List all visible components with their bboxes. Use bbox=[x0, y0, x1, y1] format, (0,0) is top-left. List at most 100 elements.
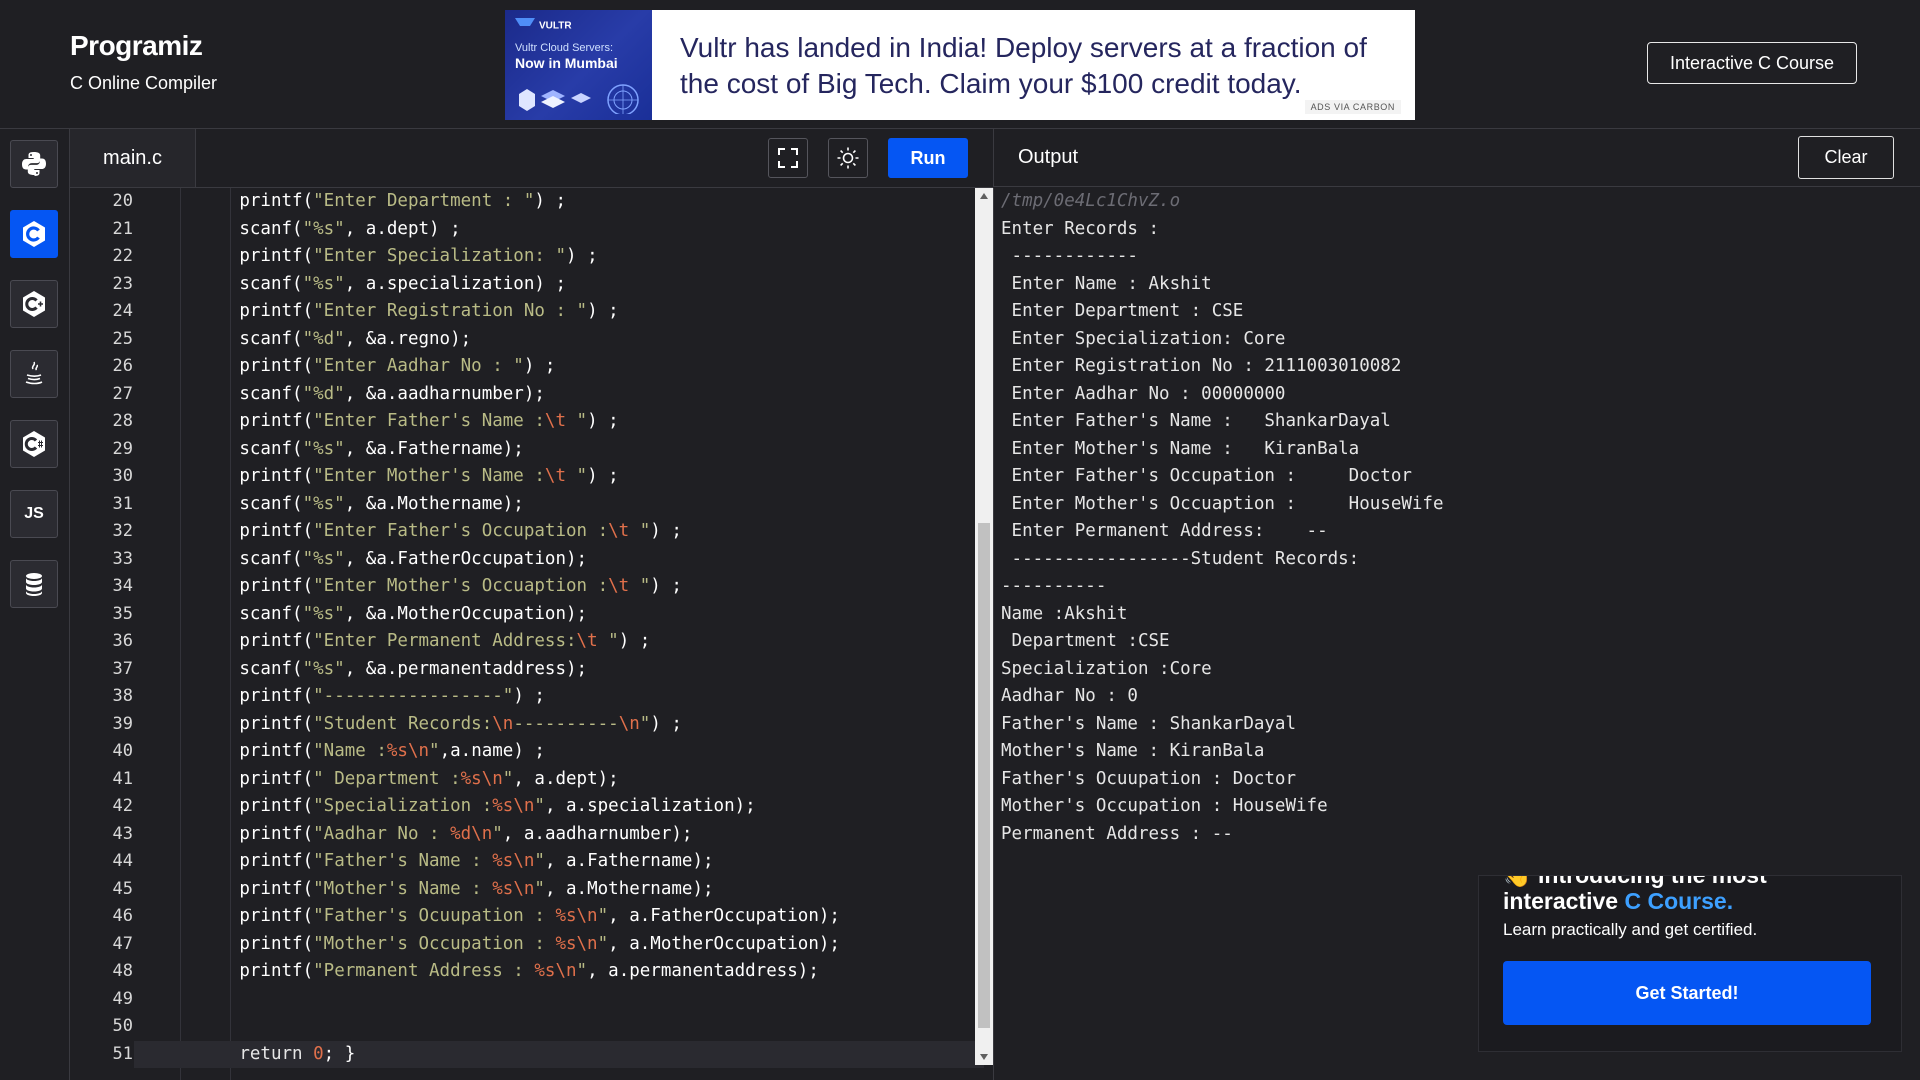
code-line[interactable]: printf("Enter Permanent Address:\t ") ; bbox=[134, 628, 984, 656]
vultr-logo-icon bbox=[515, 18, 535, 34]
code-token: printf( bbox=[239, 411, 314, 431]
code-line[interactable]: printf("Father's Name : %s\n", a.Fathern… bbox=[134, 848, 984, 876]
code-token: printf( bbox=[239, 961, 314, 981]
code-line[interactable]: scanf("%s", &a.Mothername); bbox=[134, 491, 984, 519]
output-line: Father's Ocuupation : Doctor bbox=[1001, 768, 1297, 789]
code-token: "Permanent Address : bbox=[313, 961, 535, 981]
code-line[interactable]: printf("Enter Mother's Occuaption :\t ")… bbox=[134, 573, 984, 601]
code-token: ; } bbox=[323, 1043, 356, 1064]
code-line[interactable]: printf("Enter Department : ") ; bbox=[134, 188, 984, 216]
code-token: "Enter Department : " bbox=[313, 191, 535, 211]
code-token: printf( bbox=[239, 851, 314, 871]
sidebar-item-python[interactable] bbox=[10, 140, 58, 188]
get-started-button[interactable]: Get Started! bbox=[1503, 961, 1871, 1025]
line-number: 23 bbox=[112, 273, 133, 294]
tab-main-c[interactable]: main.c bbox=[70, 129, 196, 187]
code-line[interactable]: printf("Enter Father's Name :\t ") ; bbox=[134, 408, 984, 436]
output-line: Specialization :Core bbox=[1001, 658, 1212, 679]
code-line[interactable]: printf("Enter Mother's Name :\t ") ; bbox=[134, 463, 984, 491]
output-line: ---------- bbox=[1001, 576, 1107, 596]
code-line[interactable]: printf(" Department :%s\n", a.dept); bbox=[134, 766, 984, 794]
code-token: scanf( bbox=[239, 383, 303, 404]
clear-button[interactable]: Clear bbox=[1798, 136, 1894, 179]
scroll-down-arrow-icon[interactable] bbox=[980, 1054, 988, 1060]
code-area[interactable]: printf("Enter Department : ") ; scanf("%… bbox=[134, 188, 984, 1080]
line-number: 40 bbox=[112, 741, 133, 761]
line-number: 35 bbox=[112, 603, 133, 624]
code-line[interactable]: printf("Enter Father's Occupation :\t ")… bbox=[134, 518, 984, 546]
sidebar-item-c[interactable] bbox=[10, 210, 58, 258]
code-line[interactable]: printf("Mother's Occupation : %s\n", a.M… bbox=[134, 931, 984, 959]
programiz-logo[interactable]: Programiz bbox=[70, 30, 203, 62]
line-number: 43 bbox=[112, 823, 133, 844]
code-token: " bbox=[566, 466, 588, 486]
code-token: "Specialization : bbox=[313, 796, 493, 816]
sidebar-item-java[interactable] bbox=[10, 350, 58, 398]
output-header: Output Clear bbox=[993, 129, 1920, 187]
code-token: \t bbox=[576, 631, 598, 651]
output-line: Mother's Occupation : HouseWife bbox=[1001, 796, 1328, 816]
code-token: " bbox=[639, 713, 651, 734]
code-token: printf( bbox=[239, 356, 314, 376]
code-line[interactable]: printf("Name :%s\n",a.name) ; bbox=[134, 738, 984, 766]
sidebar-item-csharp[interactable] bbox=[10, 420, 58, 468]
code-token: printf( bbox=[239, 933, 314, 954]
code-line[interactable]: printf("Father's Ocuupation : %s\n", a.F… bbox=[134, 903, 984, 931]
servers-illustration-icon bbox=[519, 84, 639, 114]
sun-icon bbox=[837, 147, 859, 169]
output-line: Enter Permanent Address: -- bbox=[1001, 521, 1328, 541]
code-token: printf( bbox=[239, 906, 314, 926]
code-line[interactable]: printf("Student Records:\n----------\n")… bbox=[134, 711, 984, 739]
scroll-up-arrow-icon[interactable] bbox=[980, 193, 988, 199]
code-line[interactable]: printf("Specialization :%s\n", a.special… bbox=[134, 793, 984, 821]
editor-scrollbar-thumb[interactable] bbox=[978, 523, 990, 1028]
code-line[interactable]: scanf("%s", &a.MotherOccupation); bbox=[134, 601, 984, 629]
run-button[interactable]: Run bbox=[888, 138, 968, 178]
line-number: 50 bbox=[112, 1016, 133, 1036]
sidebar-item-cpp[interactable] bbox=[10, 280, 58, 328]
editor-scrollbar[interactable] bbox=[975, 188, 993, 1065]
code-line[interactable]: scanf("%s", a.dept) ; bbox=[134, 216, 984, 244]
ad-image[interactable]: VULTR Vultr Cloud Servers: Now in Mumbai bbox=[505, 10, 652, 120]
code-line[interactable]: printf("Permanent Address : %s\n", a.per… bbox=[134, 958, 984, 986]
code-line[interactable]: printf("-----------------") ; bbox=[134, 683, 984, 711]
line-number: 45 bbox=[112, 878, 133, 899]
code-line[interactable]: return 0; } bbox=[134, 1040, 984, 1068]
sidebar-item-javascript[interactable]: JS bbox=[10, 490, 58, 538]
code-line[interactable]: scanf("%s", a.specialization) ; bbox=[134, 271, 984, 299]
code-token: "Father's Name : bbox=[313, 851, 493, 871]
code-line[interactable]: printf("Enter Registration No : ") ; bbox=[134, 298, 984, 326]
sidebar-item-sql[interactable] bbox=[10, 560, 58, 608]
code-token: ) ; bbox=[587, 466, 619, 486]
code-line[interactable]: scanf("%d", &a.aadharnumber); bbox=[134, 381, 984, 409]
code-line[interactable] bbox=[134, 986, 984, 1014]
theme-toggle-button[interactable] bbox=[828, 138, 868, 178]
code-line[interactable] bbox=[134, 1013, 984, 1041]
code-token: " bbox=[566, 411, 588, 431]
line-number: 22 bbox=[112, 246, 133, 266]
code-line[interactable]: printf("Aadhar No : %d\n", a.aadharnumbe… bbox=[134, 821, 984, 849]
code-line[interactable]: printf("Mother's Name : %s\n", a.Mothern… bbox=[134, 876, 984, 904]
ad-text[interactable]: Vultr has landed in India! Deploy server… bbox=[680, 30, 1380, 102]
code-line[interactable]: printf("Enter Aadhar No : ") ; bbox=[134, 353, 984, 381]
ad-brand: VULTR bbox=[515, 18, 572, 34]
interactive-course-button[interactable]: Interactive C Course bbox=[1647, 42, 1857, 84]
line-number: 25 bbox=[112, 328, 133, 349]
code-line[interactable]: scanf("%d", &a.regno); bbox=[134, 326, 984, 354]
code-token: , &a.aadharnumber); bbox=[344, 383, 545, 404]
code-editor[interactable]: 20 21 22 23 24 25 26 27 28 29 30 31 32 33 34 35 36 37 38 39… bbox=[70, 188, 992, 1080]
code-token: " bbox=[597, 906, 609, 926]
code-line[interactable]: scanf("%s", &a.Fathername); bbox=[134, 436, 984, 464]
code-line[interactable]: scanf("%s", &a.permanentaddress); bbox=[134, 656, 984, 684]
ads-via-carbon-label[interactable]: ADS VIA CARBON bbox=[1304, 100, 1401, 114]
code-token: ) ; bbox=[650, 576, 682, 596]
code-line[interactable]: printf("Enter Specialization: ") ; bbox=[134, 243, 984, 271]
output-line: Aadhar No : 0 bbox=[1001, 686, 1138, 706]
line-number: 24 bbox=[112, 301, 133, 321]
code-line[interactable]: scanf("%s", &a.FatherOccupation); bbox=[134, 546, 984, 574]
line-number: 39 bbox=[112, 713, 133, 734]
code-token: "Enter Registration No : " bbox=[313, 301, 588, 321]
fullscreen-button[interactable] bbox=[768, 138, 808, 178]
code-token: %s\n bbox=[534, 961, 577, 981]
advertisement-banner[interactable]: VULTR Vultr Cloud Servers: Now in Mumbai… bbox=[505, 10, 1415, 120]
